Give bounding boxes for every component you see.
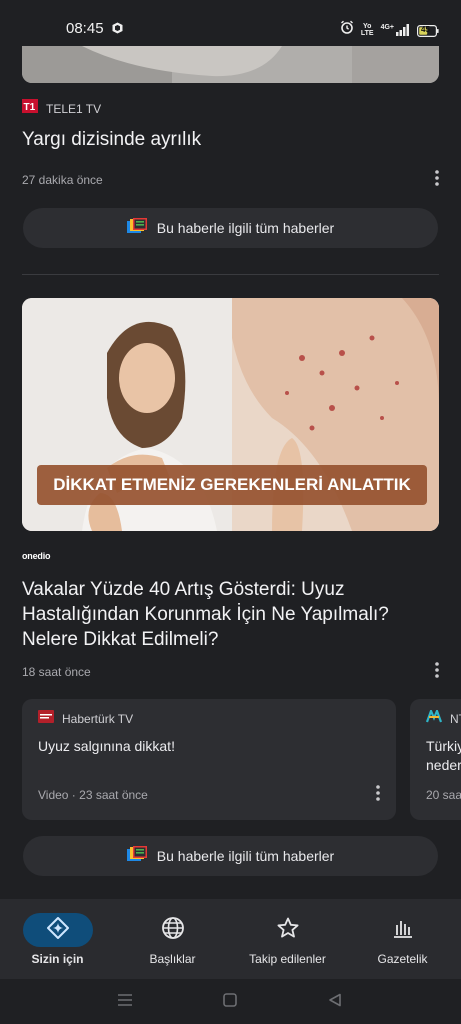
recents-icon[interactable]: [117, 993, 133, 1012]
haberturk-logo-icon: [38, 710, 54, 728]
system-navigation-bar: [0, 979, 461, 1024]
nav-active-indicator: [22, 913, 93, 947]
sub-article-card[interactable]: NT Türkiy neder 20 saa: [410, 699, 461, 820]
full-coverage-icon: [126, 845, 147, 867]
article1-source[interactable]: T1 TELE1 TV: [22, 99, 101, 118]
nav-label: Takip edilenler: [249, 952, 326, 966]
status-icons: Yo LTE 4G+ 45: [340, 20, 439, 39]
article1-time: 27 dakika önce: [22, 173, 103, 187]
source-name: TELE1 TV: [46, 101, 102, 116]
nav-item-gazetelik[interactable]: Gazetelik: [345, 899, 460, 979]
sub-article-more-button[interactable]: [368, 783, 388, 807]
app-notification-icon: [112, 21, 123, 39]
sub-article-card[interactable]: Habertürk TV Uyuz salgınına dikkat! Vide…: [22, 699, 396, 820]
back-icon[interactable]: [328, 993, 342, 1012]
diamond-sparkle-icon: [46, 916, 69, 944]
article2-more-button[interactable]: [427, 660, 447, 684]
article1-headline[interactable]: Yargı dizisinde ayrılık: [22, 127, 442, 152]
article2-headline[interactable]: Vakalar Yüzde 40 Artış Gösterdi: Uyuz Ha…: [22, 577, 437, 652]
sub-article-title: Türkiy neder: [426, 738, 461, 773]
svg-text:T1: T1: [24, 102, 36, 113]
more-vert-icon: [435, 169, 439, 191]
related-news-label: Bu haberle ilgili tüm haberler: [156, 848, 335, 864]
sub-article-meta: 20 saa: [426, 788, 461, 802]
article1-image[interactable]: [22, 46, 439, 83]
article2-image[interactable]: DİKKAT ETMENİZ GEREKENLERİ ANLATTIK: [22, 298, 439, 531]
sub-article-source: Habertürk TV: [38, 710, 133, 728]
full-coverage-icon: [126, 217, 147, 239]
nav-label: Başlıklar: [149, 952, 196, 966]
home-icon[interactable]: [223, 993, 237, 1012]
nav-label: Gazetelik: [377, 952, 428, 966]
onedio-logo[interactable]: onedio: [22, 551, 50, 561]
article1-more-button[interactable]: [427, 168, 447, 192]
sub-article-meta: Video · 23 saat önce: [38, 788, 148, 802]
bottom-navigation: Sizin için Başlıklar Takip edilenler Gaz…: [0, 899, 461, 979]
tele1-logo-icon: T1: [22, 99, 38, 118]
globe-icon: [161, 916, 185, 945]
status-time: 08:45: [66, 20, 104, 37]
related-news-button[interactable]: Bu haberle ilgili tüm haberler: [23, 836, 438, 876]
related-news-label: Bu haberle ilgili tüm haberler: [156, 220, 335, 236]
more-vert-icon: [435, 661, 439, 683]
article2-time: 18 saat önce: [22, 665, 91, 679]
battery-icon: 45: [417, 24, 439, 37]
columns-icon: [391, 916, 415, 945]
nav-label: Sizin için: [31, 952, 84, 966]
alarm-icon: [340, 20, 354, 39]
divider: [22, 274, 439, 275]
image-banner: DİKKAT ETMENİZ GEREKENLERİ ANLATTIK: [37, 465, 427, 505]
ntv-logo-icon: [425, 708, 443, 728]
sub-article-title: Uyuz salgınına dikkat!: [38, 738, 175, 754]
nav-item-basliklar[interactable]: Başlıklar: [115, 899, 230, 979]
volte-icon: Yo LTE: [360, 22, 374, 37]
sub-article-source: NT: [425, 708, 461, 728]
more-vert-icon: [376, 784, 380, 806]
related-news-button[interactable]: Bu haberle ilgili tüm haberler: [23, 208, 438, 248]
status-bar: 08:45 Yo LTE 4G+ 45: [0, 0, 461, 46]
signal-icon: 4G+: [381, 23, 410, 36]
star-icon: [276, 916, 300, 945]
nav-item-sizin-icin[interactable]: Sizin için: [0, 899, 115, 979]
nav-item-takip-edilenler[interactable]: Takip edilenler: [230, 899, 345, 979]
